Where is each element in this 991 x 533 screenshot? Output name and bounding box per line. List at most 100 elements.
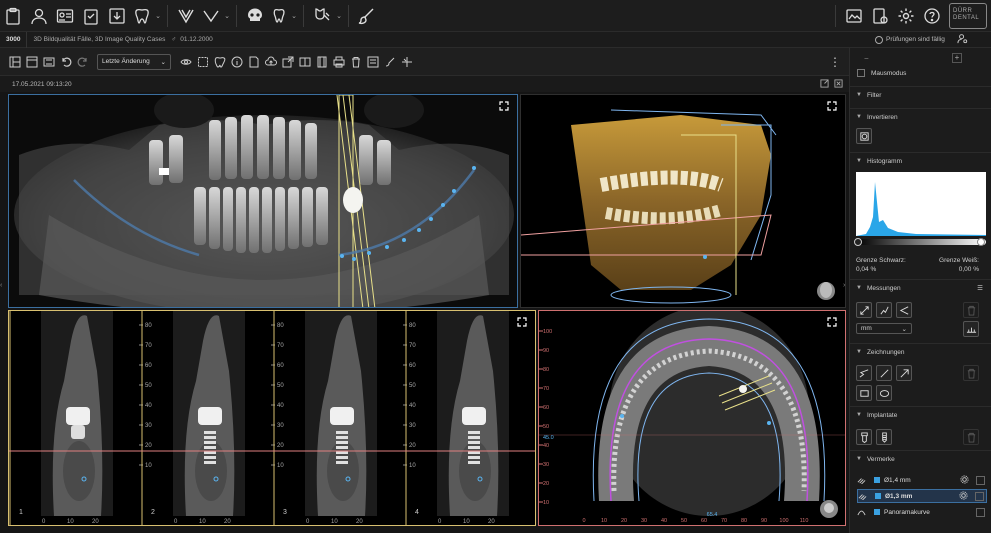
- image-icon[interactable]: [841, 0, 867, 32]
- undo-icon[interactable]: [57, 52, 74, 72]
- cross-section-slice[interactable]: [437, 311, 509, 516]
- import-icon[interactable]: [104, 0, 130, 32]
- film-icon[interactable]: [313, 52, 330, 72]
- maximize-icon[interactable]: [827, 101, 837, 111]
- arrow-draw-button[interactable]: [896, 365, 912, 381]
- axial-view[interactable]: 100 90 80 70 60 50 40 30 20 10 45.0 0 10 20 30 40 50 60 7…: [538, 310, 846, 526]
- info-icon[interactable]: [228, 52, 245, 72]
- compare-icon[interactable]: [296, 52, 313, 72]
- add-abutment-button[interactable]: [876, 429, 892, 445]
- mouse-mode-checkbox[interactable]: Mausmodus: [857, 69, 906, 77]
- maximize-icon[interactable]: [827, 317, 837, 327]
- jaw-icon[interactable]: [173, 0, 199, 32]
- panorama-view[interactable]: [8, 94, 518, 308]
- cross-section-slice[interactable]: [41, 311, 113, 516]
- cross-section-slice[interactable]: [305, 311, 377, 516]
- delete-implant-button[interactable]: [963, 429, 979, 445]
- brush-icon[interactable]: [354, 0, 378, 32]
- user-settings-icon[interactable]: [957, 33, 968, 46]
- section-filter[interactable]: ▼ Filter: [850, 86, 991, 103]
- chevron-down-icon[interactable]: ⌄: [335, 0, 343, 32]
- cross-sections-view[interactable]: 80 70 60 50 40 30 20 10 0 10 20 1 80 70 60 50 40 30 20 10 0 1…: [8, 310, 536, 526]
- checkbox-box[interactable]: [857, 69, 865, 77]
- maximize-icon[interactable]: [499, 101, 509, 111]
- lower-jaw-icon[interactable]: [199, 0, 223, 32]
- layout-icon[interactable]: [6, 52, 23, 72]
- section-histogram[interactable]: ▼ Histogramm: [850, 152, 991, 169]
- note-delete-icon[interactable]: [976, 507, 985, 517]
- minus-icon[interactable]: −: [864, 54, 869, 63]
- section-drawings[interactable]: ▼ Zeichnungen: [850, 343, 991, 360]
- section-notes[interactable]: ▼ Vermerke: [850, 450, 991, 467]
- tooth-chart-icon[interactable]: [364, 52, 381, 72]
- note-settings-icon[interactable]: [960, 474, 969, 486]
- cross-section-slice[interactable]: [173, 311, 245, 516]
- skull-icon[interactable]: [242, 0, 268, 32]
- plus-icon[interactable]: +: [952, 53, 962, 63]
- ellipse-draw-button[interactable]: [876, 385, 892, 401]
- delete-icon[interactable]: [347, 52, 364, 72]
- chevron-down-icon[interactable]: ⌄: [154, 0, 162, 32]
- note-item[interactable]: Ø1,4 mm: [857, 473, 987, 487]
- delete-measurement-button[interactable]: [963, 302, 979, 318]
- histogram-slider-track[interactable]: [856, 239, 986, 245]
- tooth-annotation-icon[interactable]: [211, 52, 228, 72]
- left-panel-toggle-icon[interactable]: ‹: [0, 282, 6, 292]
- crosshair-icon[interactable]: [398, 52, 415, 72]
- line-draw-button[interactable]: [876, 365, 892, 381]
- report-icon[interactable]: [867, 0, 893, 32]
- tooth-icon[interactable]: [130, 0, 154, 32]
- more-options-icon[interactable]: ⋮: [829, 55, 841, 69]
- undo-history-select[interactable]: Letzte Änderung ⌄: [97, 53, 171, 70]
- crop-select-icon[interactable]: [194, 52, 211, 72]
- histogram-chart[interactable]: [856, 172, 986, 236]
- patient-icon[interactable]: [26, 0, 52, 32]
- settings-icon[interactable]: [893, 0, 919, 32]
- document-icon[interactable]: [245, 52, 262, 72]
- section-measurements[interactable]: ▼ Messungen ☰: [850, 279, 991, 296]
- note-delete-icon[interactable]: [975, 491, 984, 501]
- print-icon[interactable]: [330, 52, 347, 72]
- section-implants[interactable]: ▼ Implantate: [850, 406, 991, 423]
- close-view-icon[interactable]: [834, 79, 843, 90]
- cloud-upload-icon[interactable]: [262, 52, 279, 72]
- color-swatch[interactable]: [874, 509, 880, 515]
- export-icon[interactable]: [279, 52, 296, 72]
- checks-due-bar[interactable]: Prüfungen sind fällig: [849, 32, 991, 48]
- maximize-icon[interactable]: [517, 317, 527, 327]
- section-invert[interactable]: ▼ Invertieren: [850, 108, 991, 125]
- popout-icon[interactable]: [820, 79, 829, 90]
- list-icon[interactable]: ☰: [977, 284, 983, 292]
- note-item[interactable]: Panoramakurve: [857, 505, 987, 519]
- white-level-handle[interactable]: [977, 238, 985, 246]
- eye-hide-icon[interactable]: [177, 52, 194, 72]
- filmstrip-icon[interactable]: [40, 52, 57, 72]
- chevron-down-icon[interactable]: ⌄: [223, 0, 231, 32]
- black-level-handle[interactable]: [854, 238, 862, 246]
- delete-drawing-button[interactable]: [963, 365, 979, 381]
- multi-distance-button[interactable]: [876, 302, 892, 318]
- color-swatch[interactable]: [875, 493, 881, 499]
- note-item-selected[interactable]: Ø1,3 mm: [857, 489, 987, 503]
- layout-grid-icon[interactable]: [23, 52, 40, 72]
- calibrate-button[interactable]: [963, 321, 979, 337]
- unit-select[interactable]: mm ⌄: [856, 323, 912, 334]
- rectangle-draw-button[interactable]: [856, 385, 872, 401]
- tooth-3d-icon[interactable]: [268, 0, 290, 32]
- brush-tool-icon[interactable]: [381, 52, 398, 72]
- invert-button[interactable]: [856, 128, 872, 144]
- clipboard-icon[interactable]: [0, 0, 26, 32]
- distance-measure-button[interactable]: [856, 302, 872, 318]
- add-implant-button[interactable]: [856, 429, 872, 445]
- implant-icon[interactable]: [309, 0, 335, 32]
- freehand-draw-button[interactable]: [856, 365, 872, 381]
- angle-measure-button[interactable]: [896, 302, 912, 318]
- checklist-icon[interactable]: [78, 0, 104, 32]
- chevron-down-icon[interactable]: ⌄: [290, 0, 298, 32]
- volume-3d-view[interactable]: [520, 94, 846, 308]
- note-settings-icon[interactable]: [959, 490, 968, 502]
- help-icon[interactable]: [919, 0, 945, 32]
- redo-icon[interactable]: [74, 52, 91, 72]
- color-swatch[interactable]: [874, 477, 880, 483]
- note-delete-icon[interactable]: [976, 475, 985, 485]
